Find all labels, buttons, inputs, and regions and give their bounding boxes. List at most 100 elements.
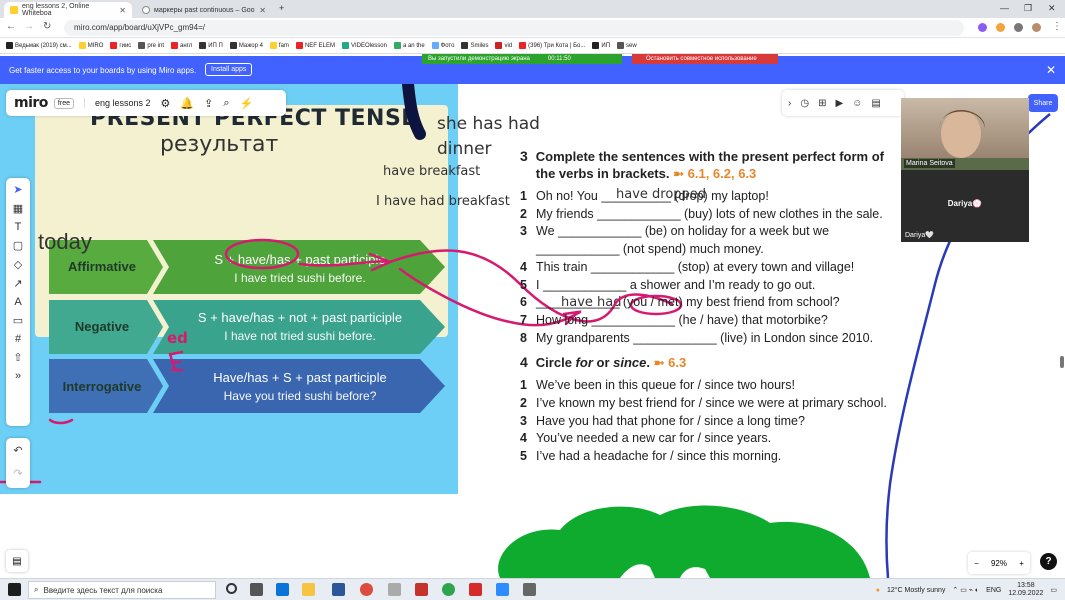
google-favicon-icon: [142, 6, 150, 14]
url-field[interactable]: miro.com/app/board/uXjVPc_gm94=/: [64, 20, 964, 36]
bookmark-item[interactable]: (396) Три Кота | Бо...: [519, 42, 585, 49]
windows-start-icon[interactable]: [8, 583, 21, 596]
tab-label: eng lessons 2, Online Whiteboa: [22, 3, 90, 17]
tray-icons[interactable]: ⌃ ▭ ⌁ ◐: [952, 586, 979, 594]
minimize-button[interactable]: —: [1000, 3, 1009, 13]
screen-share-indicator: Вы запустили демонстрацию экрана 00:11:5…: [422, 54, 622, 64]
extension-icon[interactable]: [978, 23, 987, 32]
chrome-icon[interactable]: [360, 583, 373, 596]
word-icon[interactable]: [332, 583, 345, 596]
notifications-icon[interactable]: ▭: [1050, 586, 1057, 594]
tab-google[interactable]: маркеры past continuous – Goo ✕: [136, 2, 272, 18]
miro-logo[interactable]: miro: [14, 95, 48, 111]
zoom-icon[interactable]: [496, 583, 509, 596]
tab-miro[interactable]: eng lessons 2, Online Whiteboa ✕: [4, 2, 132, 18]
plan-badge[interactable]: free: [53, 97, 74, 109]
bookmark-item[interactable]: Ведьмак (2019) см...: [6, 42, 72, 49]
apps-icon[interactable]: ⚡: [240, 97, 254, 110]
close-icon[interactable]: ✕: [119, 6, 126, 15]
search-placeholder: Введите здесь текст для поиска: [43, 585, 163, 595]
textbook-page[interactable]: 3 Complete the sentences with the presen…: [520, 148, 890, 466]
bookmark-item[interactable]: pre int: [138, 42, 164, 49]
voting-icon[interactable]: ⊞: [818, 98, 826, 109]
cortana-icon[interactable]: [226, 583, 237, 594]
bookmark-item[interactable]: VIDEOlesson: [341, 42, 387, 49]
sticky-note-icon[interactable]: ▢: [13, 239, 23, 252]
list-item: 2 My friends ____________ (buy) lots of n…: [520, 206, 883, 221]
settings-icon[interactable]: ⚙: [161, 97, 171, 110]
extension-icon[interactable]: [996, 23, 1005, 32]
edge-icon[interactable]: [276, 583, 289, 596]
acrobat-icon[interactable]: [469, 583, 482, 596]
share-button[interactable]: Share: [1028, 94, 1058, 112]
board-name[interactable]: eng lessons 2: [83, 98, 151, 108]
frame-icon[interactable]: #: [15, 333, 21, 345]
close-icon[interactable]: ✕: [259, 6, 266, 15]
help-button[interactable]: ?: [1040, 553, 1057, 570]
clock[interactable]: 13:58 12.09.2022: [1008, 582, 1043, 598]
export-icon[interactable]: ⇪: [204, 97, 213, 110]
templates-icon[interactable]: ▦: [13, 202, 23, 215]
undo-icon[interactable]: ↶: [13, 444, 22, 457]
stop-sharing-button[interactable]: Остановить совместное использование: [632, 54, 778, 64]
chevron-right-icon[interactable]: ›: [788, 98, 791, 109]
notifications-icon[interactable]: 🔔: [180, 97, 194, 110]
comment-icon[interactable]: ▭: [13, 314, 23, 327]
powerpoint-icon[interactable]: [415, 583, 428, 596]
bookmark-item[interactable]: a an the: [393, 42, 425, 49]
new-tab-button[interactable]: +: [279, 3, 284, 13]
upload-icon[interactable]: ⇧: [13, 351, 22, 364]
bookmark-item[interactable]: ИП: [592, 42, 610, 49]
weather-text[interactable]: 12°C Mostly sunny: [887, 587, 945, 594]
search-icon[interactable]: ⌕: [223, 97, 229, 110]
connector-icon[interactable]: ↗: [13, 277, 22, 290]
close-window-button[interactable]: ✕: [1048, 3, 1056, 14]
back-icon[interactable]: ←: [6, 21, 16, 32]
reload-icon[interactable]: ↻: [43, 21, 51, 32]
timer-icon[interactable]: ◷: [800, 98, 809, 109]
taskbar-search-input[interactable]: ⌕ Введите здесь текст для поиска: [28, 581, 216, 599]
bookmark-item[interactable]: sew: [617, 42, 637, 49]
zoom-level[interactable]: 92%: [991, 559, 1007, 568]
notes-icon[interactable]: ▤: [871, 98, 880, 109]
reactions-icon[interactable]: ☺: [852, 98, 862, 109]
puzzle-icon[interactable]: [1014, 23, 1023, 32]
menu-icon[interactable]: ⋮: [1052, 21, 1062, 32]
maximize-button[interactable]: ❐: [1024, 3, 1032, 14]
bookmark-item[interactable]: гиис: [110, 42, 131, 49]
pen-icon[interactable]: A: [14, 296, 21, 308]
install-apps-button[interactable]: Install apps: [205, 63, 253, 76]
left-toolbar: ➤ ▦ T ▢ ◇ ↗ A ▭ # ⇧ »: [6, 178, 30, 426]
zoom-out-button[interactable]: −: [974, 559, 979, 568]
bookmark-item[interactable]: vid: [495, 42, 512, 49]
folder-icon[interactable]: [302, 583, 315, 596]
undo-redo-panel: ↶ ↷: [6, 438, 30, 488]
bookmark-item[interactable]: Мажор 4: [229, 42, 263, 49]
bookmark-item[interactable]: ИП П: [199, 42, 223, 49]
bookmark-item[interactable]: Smiles: [461, 42, 488, 49]
weather-icon[interactable]: ●: [876, 587, 880, 594]
url-text: miro.com/app/board/uXjVPc_gm94=/: [74, 23, 205, 32]
zoom-in-button[interactable]: +: [1019, 559, 1024, 568]
text-icon[interactable]: T: [15, 221, 22, 233]
redo-icon[interactable]: ↷: [13, 467, 22, 480]
bookmark-item[interactable]: NEF ELEM: [295, 42, 335, 49]
task-view-icon[interactable]: [250, 583, 263, 596]
avatar[interactable]: [1032, 23, 1041, 32]
scrollbar[interactable]: [1060, 356, 1064, 368]
board-panel-icon[interactable]: ▤: [6, 550, 28, 572]
language-indicator[interactable]: ENG: [986, 587, 1001, 594]
more-tools-icon[interactable]: »: [15, 370, 21, 382]
shapes-icon[interactable]: ◇: [14, 258, 22, 271]
select-icon[interactable]: ➤: [13, 183, 22, 196]
bookmark-item[interactable]: fam: [269, 42, 289, 49]
skype-icon[interactable]: [442, 583, 455, 596]
bookmark-item[interactable]: Фото: [431, 42, 454, 49]
bookmark-item[interactable]: англ: [171, 42, 192, 49]
close-icon[interactable]: ✕: [1046, 63, 1056, 77]
present-icon[interactable]: ▶: [835, 98, 843, 109]
app-icon[interactable]: [388, 583, 401, 596]
app-icon[interactable]: [523, 583, 536, 596]
forward-icon[interactable]: →: [24, 21, 34, 32]
bookmark-item[interactable]: MIRO: [78, 42, 103, 49]
